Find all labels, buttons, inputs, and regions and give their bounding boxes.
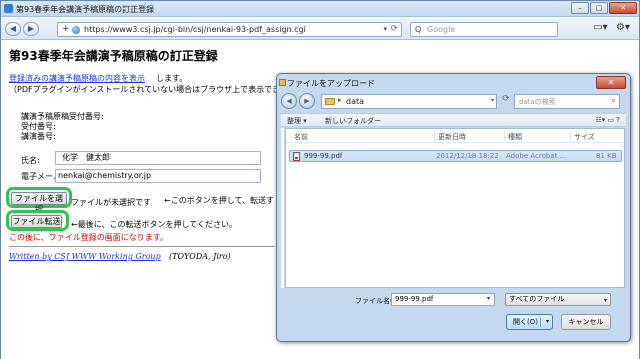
- lecture-number-label: 講演番号:: [21, 132, 56, 141]
- dialog-path-bar[interactable]: ▸ data ▾: [321, 94, 497, 109]
- filetype-select[interactable]: すべてのファイル ▾: [505, 293, 611, 306]
- column-name[interactable]: 名前: [294, 132, 308, 142]
- dialog-command-bar: 整理 ▾ 新しいフォルダー ☷▾ ▭ ?: [281, 113, 626, 127]
- browser-toolbar: ◀ ▶ + https://www3.csj.jp/cgi-bin/csj/ne…: [1, 18, 639, 40]
- dialog-path-text[interactable]: data: [346, 97, 364, 106]
- footer-link[interactable]: Written by CSJ WWW Working Group: [9, 252, 161, 261]
- warning-text: この後に、ファイル登録の画面になります。: [9, 233, 168, 242]
- path-dropdown-icon[interactable]: ▾: [491, 97, 494, 104]
- view-options-icon[interactable]: ☷▾ ▭ ?: [595, 116, 620, 124]
- window-controls: – □ ✕: [571, 2, 637, 14]
- page-menu-icon[interactable]: ▭▾: [593, 22, 607, 33]
- file-name: 999-99.pdf: [304, 152, 343, 160]
- file-size: 81 KB: [596, 152, 617, 160]
- add-favorite-icon[interactable]: +: [62, 24, 70, 34]
- column-divider[interactable]: [504, 131, 505, 141]
- folder-icon: [325, 98, 335, 105]
- back-button[interactable]: ◀: [5, 22, 21, 36]
- open-dropdown-icon[interactable]: ▾: [546, 315, 549, 329]
- address-bar[interactable]: + https://www3.csj.jp/cgi-bin/csj/nenkai…: [57, 22, 402, 37]
- file-list[interactable]: 名前 更新日時 種類 サイズ 999-99.pdf 2012/12/18 18:…: [285, 128, 625, 288]
- gear-icon[interactable]: ⚙▾: [616, 22, 630, 33]
- open-button-label: 開く(O): [513, 318, 538, 326]
- transfer-hint-text: ←最後に、この転送ボタンを押してください。: [71, 220, 237, 229]
- pdf-file-icon: [293, 152, 300, 161]
- dialog-search-input[interactable]: dataの検索 ⌕: [514, 94, 620, 109]
- file-row[interactable]: 999-99.pdf 2012/12/18 18:22 Adobe Acroba…: [289, 150, 622, 162]
- open-button[interactable]: 開く(O) ▾: [506, 314, 553, 330]
- dialog-address-row: ◀ ▶ ▸ data ▾ ⟳ dataの検索 ⌕: [281, 93, 626, 110]
- filetype-dropdown-icon: ▾: [603, 297, 607, 304]
- filename-dropdown-icon[interactable]: ▾: [487, 295, 490, 302]
- dialog-title: ファイルをアップロード: [287, 79, 375, 88]
- file-list-header: 名前 更新日時 種類 サイズ: [286, 129, 624, 143]
- name-label: 氏名:: [21, 156, 40, 165]
- file-modified: 2012/12/18 18:22: [436, 152, 499, 160]
- filename-input[interactable]: 999-99.pdf: [391, 293, 495, 306]
- column-size[interactable]: サイズ: [574, 132, 595, 142]
- window-title: 第93春季年会講演予稿原稿の訂正登録: [16, 5, 155, 14]
- filetype-value: すべてのファイル: [509, 295, 565, 303]
- dialog-close-button[interactable]: ✕: [596, 76, 626, 89]
- dialog-nav-pane[interactable]: [281, 128, 284, 288]
- divider: [9, 246, 275, 247]
- view-registered-suffix: します。: [156, 74, 188, 83]
- forward-button[interactable]: ▶: [23, 22, 39, 36]
- open-split-divider: [540, 317, 541, 327]
- view-registered-link[interactable]: 登録済みの講演予稿原稿の内容を表示: [9, 73, 145, 84]
- dialog-search-placeholder: dataの検索: [519, 98, 556, 106]
- choose-hint-text: ←このボタンを押して、転送する: [164, 196, 274, 205]
- dialog-forward-button[interactable]: ▶: [299, 93, 315, 109]
- transfer-button[interactable]: ファイル転送: [11, 215, 62, 228]
- column-divider[interactable]: [570, 131, 571, 141]
- new-folder-button[interactable]: 新しいフォルダー: [325, 116, 381, 126]
- footer-author: (TOYODA, Jiro): [169, 252, 231, 261]
- search-placeholder: Google: [427, 25, 456, 34]
- column-type[interactable]: 種類: [508, 132, 522, 142]
- upload-dialog: ファイルをアップロード ✕ ◀ ▶ ▸ data ▾ ⟳ dataの検索 ⌕ 整…: [276, 73, 631, 342]
- site-globe-icon: [72, 26, 80, 34]
- maximize-button[interactable]: □: [590, 2, 608, 14]
- address-dropdown-icon[interactable]: ▾: [383, 25, 387, 33]
- address-text[interactable]: https://www3.csj.jp/cgi-bin/csj/nenkai-9…: [84, 25, 306, 34]
- file-status-text: ファイルが未選択です: [71, 198, 151, 207]
- close-button[interactable]: ✕: [609, 2, 637, 14]
- reload-icon[interactable]: ⟳: [390, 24, 398, 34]
- browser-search-input[interactable]: Q Google: [410, 22, 558, 37]
- path-separator-icon: ▸: [338, 96, 342, 104]
- file-type: Adobe Acrobat ...: [506, 152, 567, 160]
- column-modified[interactable]: 更新日時: [438, 132, 466, 142]
- page-title: 第93春季年会講演予稿原稿の訂正登録: [9, 49, 218, 63]
- pdf-plugin-note: （PDFプラグインがインストールされていない場合はブラウザ上で表示できませ: [9, 85, 279, 94]
- organize-menu[interactable]: 整理 ▾: [287, 116, 307, 126]
- name-field[interactable]: 化学 健太郎: [55, 151, 261, 165]
- cancel-button[interactable]: キャンセル: [561, 314, 611, 330]
- search-icon: Q: [415, 25, 422, 34]
- dialog-back-button[interactable]: ◀: [281, 93, 297, 109]
- browser-titlebar: 第93春季年会講演予稿原稿の訂正登録 – □ ✕: [1, 1, 639, 17]
- column-divider[interactable]: [434, 131, 435, 141]
- dialog-folder-icon: [279, 79, 286, 86]
- minimize-button[interactable]: –: [571, 2, 589, 14]
- choose-file-button[interactable]: ファイルを選択: [11, 192, 67, 214]
- dialog-search-icon: ⌕: [611, 96, 616, 105]
- dialog-refresh-icon[interactable]: ⟳: [500, 94, 512, 109]
- page-favicon-icon: [4, 4, 13, 13]
- email-field[interactable]: nenkai@chemistry.or.jp: [55, 169, 261, 183]
